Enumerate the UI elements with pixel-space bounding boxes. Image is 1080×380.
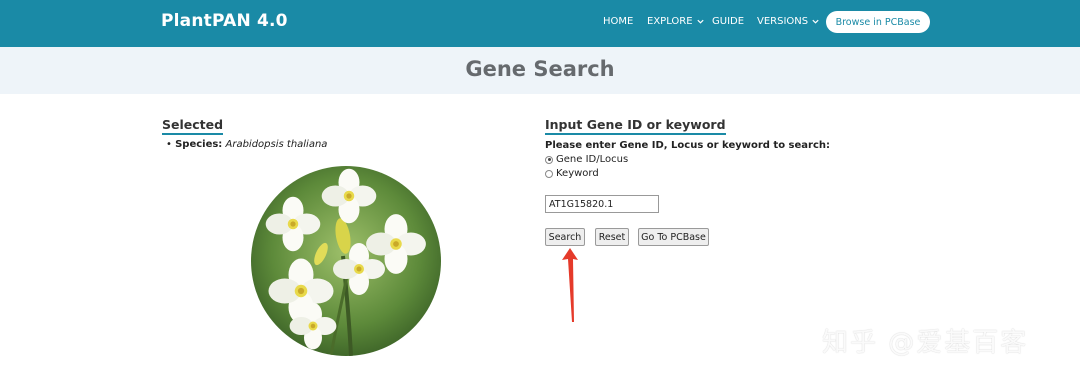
top-navbar: PlantPAN 4.0 HOME EXPLORE GUIDE VERSIONS…: [0, 0, 1080, 47]
radio-checked-icon[interactable]: [545, 155, 553, 164]
gene-id-input[interactable]: [545, 195, 659, 213]
nav-explore[interactable]: EXPLORE: [647, 16, 705, 27]
selected-heading: Selected: [162, 117, 224, 135]
radio-unchecked-icon[interactable]: [545, 169, 553, 178]
red-arrow-annotation: [562, 248, 578, 322]
nav-versions-label: VERSIONS: [757, 16, 809, 27]
arabidopsis-flower-image: [251, 166, 441, 356]
bullet-icon: •: [166, 139, 176, 150]
search-heading: Input Gene ID or keyword: [545, 117, 726, 135]
browse-pcbase-button[interactable]: Browse in PCBase: [826, 11, 930, 33]
option-gene-id-label: Gene ID/Locus: [556, 154, 629, 165]
nav-guide[interactable]: GUIDE: [712, 16, 744, 27]
nav-versions[interactable]: VERSIONS: [757, 16, 820, 27]
nav-guide-label: GUIDE: [712, 16, 745, 27]
option-keyword[interactable]: Keyword: [545, 168, 599, 179]
chevron-down-icon: [812, 19, 819, 24]
watermark-text: 知乎 @爱基百客: [822, 328, 1029, 358]
search-prompt: Please enter Gene ID, Locus or keyword t…: [545, 140, 831, 151]
brand-logo[interactable]: PlantPAN 4.0: [161, 11, 288, 31]
go-to-pcbase-button[interactable]: Go To PCBase: [638, 228, 709, 246]
page-title: Gene Search: [465, 57, 615, 81]
search-button[interactable]: Search: [545, 228, 585, 246]
nav-explore-label: EXPLORE: [647, 16, 693, 27]
species-list-item: • Species: Arabidopsis thaliana: [166, 139, 327, 150]
reset-button[interactable]: Reset: [595, 228, 629, 246]
option-gene-id[interactable]: Gene ID/Locus: [545, 154, 628, 165]
nav-home-label: HOME: [603, 16, 634, 27]
species-value: Arabidopsis thaliana: [225, 139, 328, 150]
option-keyword-label: Keyword: [556, 168, 599, 179]
species-label: Species:: [175, 139, 223, 150]
chevron-down-icon: [696, 19, 704, 24]
nav-home[interactable]: HOME: [603, 16, 633, 27]
